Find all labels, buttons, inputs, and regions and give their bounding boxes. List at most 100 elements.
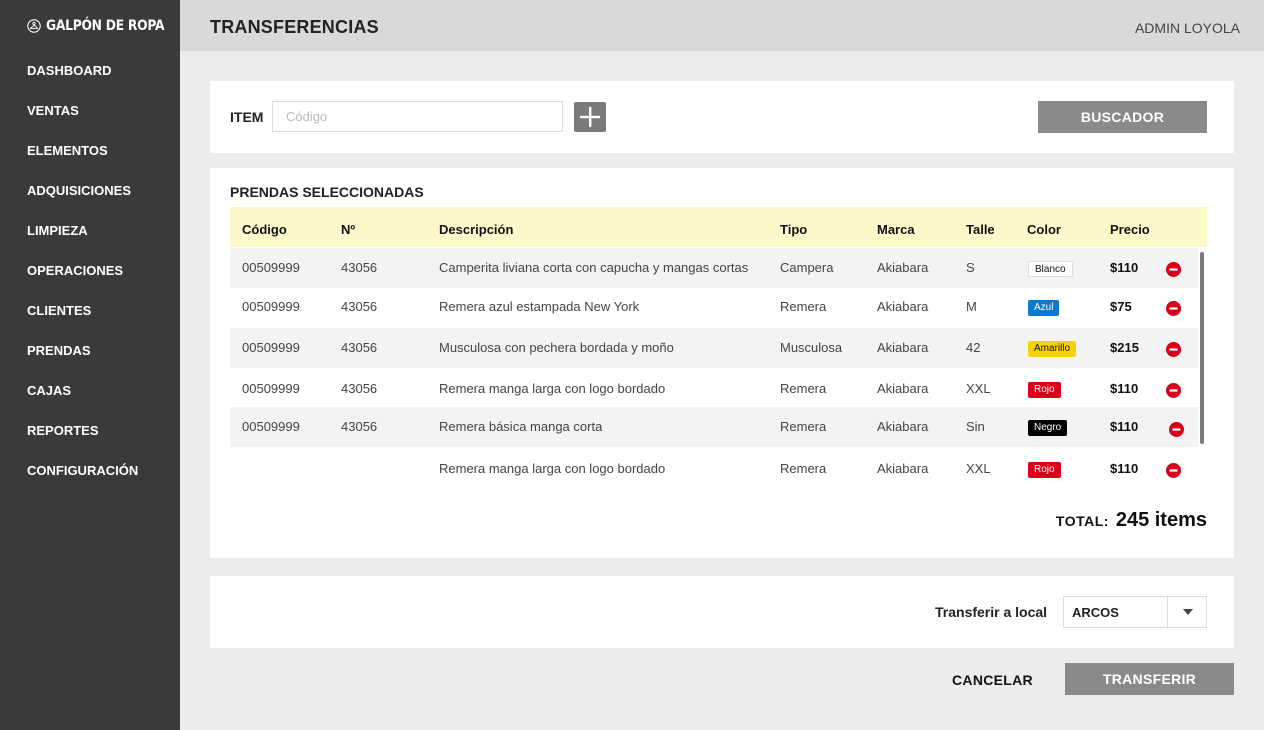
sidebar-item-adquisiciones[interactable]: ADQUISICIONES	[0, 171, 180, 211]
item-entry-card: ITEM BUSCADOR	[210, 81, 1234, 153]
sidebar-item-limpieza[interactable]: LIMPIEZA	[0, 211, 180, 251]
section-title: PRENDAS SELECCIONADAS	[230, 184, 424, 200]
minus-circle-icon[interactable]	[1166, 301, 1181, 316]
transfer-destination-card: Transferir a local ARCOS	[210, 576, 1234, 648]
cell-descripcion: Musculosa con pechera bordada y moño	[439, 340, 674, 355]
sidebar-item-reportes[interactable]: REPORTES	[0, 411, 180, 451]
sidebar-nav: DASHBOARD VENTAS ELEMENTOS ADQUISICIONES…	[0, 51, 180, 491]
cell-tipo: Campera	[780, 260, 834, 275]
table-row[interactable]: 00509999 43056 Remera básica manga corta…	[230, 407, 1198, 447]
column-header-codigo[interactable]: Código	[242, 207, 287, 247]
hanger-icon	[27, 19, 41, 33]
total-label: TOTAL:	[1055, 513, 1109, 529]
cell-talle: XXL	[966, 461, 991, 476]
cancel-button[interactable]: CANCELAR	[952, 672, 1033, 688]
cell-descripcion: Remera azul estampada New York	[439, 299, 640, 314]
code-input[interactable]	[272, 101, 563, 132]
total-value: 245 items	[1115, 509, 1207, 531]
table-row[interactable]: 00509999 43056 Musculosa con pechera bor…	[230, 328, 1198, 368]
cell-descripcion: Remera manga larga con logo bordado	[439, 461, 666, 476]
top-header: TRANSFERENCIAS ADMIN LOYOLA	[180, 0, 1264, 51]
total-summary: TOTAL: 245 items	[1056, 509, 1207, 532]
items-table: Código Nº Descripción Tipo Marca Talle C…	[230, 207, 1207, 488]
cell-marca: Akiabara	[877, 461, 929, 476]
cell-tipo: Remera	[780, 419, 827, 434]
cell-codigo: 00509999	[242, 340, 300, 355]
color-badge: Amarillo	[1028, 341, 1077, 357]
cell-talle: XXL	[966, 381, 991, 396]
color-badge: Negro	[1028, 420, 1068, 436]
sidebar-item-elementos[interactable]: ELEMENTOS	[0, 131, 180, 171]
cell-numero: 43056	[341, 299, 378, 314]
cell-precio: $110	[1110, 419, 1139, 434]
transfer-button[interactable]: TRANSFERIR	[1065, 663, 1234, 695]
table-row[interactable]: 00509999 43056 Camperita liviana corta c…	[230, 248, 1198, 288]
cell-numero: 43056	[341, 381, 378, 396]
cell-tipo: Remera	[780, 381, 827, 396]
brand-logo[interactable]: GALPÓN DE ROPA	[27, 18, 180, 34]
cell-marca: Akiabara	[877, 340, 929, 355]
cell-descripcion: Remera básica manga corta	[439, 419, 603, 434]
column-header-color[interactable]: Color	[1027, 207, 1061, 247]
table-row[interactable]: 00509999 43056 Remera azul estampada New…	[230, 287, 1198, 327]
column-header-talle[interactable]: Talle	[966, 207, 995, 247]
table-row[interactable]: 00509999 43056 Remera manga larga con lo…	[230, 369, 1198, 409]
cell-numero: 43056	[341, 260, 378, 275]
sidebar-item-configuracion[interactable]: CONFIGURACIÓN	[0, 451, 180, 491]
cell-marca: Akiabara	[877, 260, 929, 275]
cell-talle: M	[966, 299, 977, 314]
cell-tipo: Remera	[780, 461, 827, 476]
color-badge: Azul	[1028, 300, 1060, 316]
cell-talle: 42	[966, 340, 981, 355]
cell-numero: 43056	[341, 419, 378, 434]
page-title: TRANSFERENCIAS	[210, 17, 379, 37]
transfer-label: Transferir a local	[935, 604, 1048, 620]
search-button[interactable]: BUSCADOR	[1038, 101, 1207, 133]
item-label: ITEM	[230, 109, 264, 125]
caret-down-icon	[1183, 609, 1193, 615]
cell-codigo: 00509999	[242, 260, 300, 275]
add-item-button[interactable]	[574, 102, 606, 132]
destination-select[interactable]: ARCOS	[1063, 596, 1207, 628]
brand-name: GALPÓN DE ROPA	[46, 18, 165, 34]
cell-codigo: 00509999	[242, 419, 300, 434]
minus-circle-icon[interactable]	[1166, 342, 1181, 357]
table-scrollbar[interactable]	[1198, 247, 1207, 488]
cell-precio: $215	[1110, 340, 1139, 355]
table-row[interactable]: Remera manga larga con logo bordado Reme…	[230, 449, 1198, 488]
column-header-numero[interactable]: Nº	[341, 207, 355, 247]
selected-items-card: PRENDAS SELECCIONADAS Código Nº Descripc…	[210, 168, 1234, 558]
cell-precio: $75	[1110, 299, 1132, 314]
cell-tipo: Remera	[780, 299, 827, 314]
sidebar-item-prendas[interactable]: PRENDAS	[0, 331, 180, 371]
sidebar-item-cajas[interactable]: CAJAS	[0, 371, 180, 411]
color-badge: Rojo	[1028, 462, 1061, 478]
cell-marca: Akiabara	[877, 381, 929, 396]
cell-talle: Sin	[966, 419, 985, 434]
table-header: Código Nº Descripción Tipo Marca Talle C…	[230, 207, 1207, 247]
scroll-thumb[interactable]	[1200, 252, 1204, 444]
sidebar-item-dashboard[interactable]: DASHBOARD	[0, 51, 180, 91]
cell-numero: 43056	[341, 340, 378, 355]
column-header-precio[interactable]: Precio	[1110, 207, 1150, 247]
column-header-marca[interactable]: Marca	[877, 207, 915, 247]
cell-codigo: 00509999	[242, 381, 300, 396]
select-divider	[1167, 597, 1168, 627]
minus-circle-icon[interactable]	[1166, 383, 1181, 398]
user-menu[interactable]: ADMIN LOYOLA	[1135, 20, 1240, 36]
cell-descripcion: Remera manga larga con logo bordado	[439, 381, 666, 396]
sidebar-item-operaciones[interactable]: OPERACIONES	[0, 251, 180, 291]
column-header-tipo[interactable]: Tipo	[780, 207, 807, 247]
cell-precio: $110	[1110, 381, 1139, 396]
minus-circle-icon[interactable]	[1166, 463, 1181, 478]
sidebar-item-clientes[interactable]: CLIENTES	[0, 291, 180, 331]
cell-marca: Akiabara	[877, 299, 929, 314]
column-header-descripcion[interactable]: Descripción	[439, 207, 513, 247]
color-badge: Blanco	[1028, 261, 1073, 277]
cell-precio: $110	[1110, 260, 1139, 275]
destination-select-value: ARCOS	[1072, 605, 1119, 620]
cell-tipo: Musculosa	[780, 340, 843, 355]
minus-circle-icon[interactable]	[1169, 422, 1184, 437]
minus-circle-icon[interactable]	[1166, 262, 1181, 277]
sidebar-item-ventas[interactable]: VENTAS	[0, 91, 180, 131]
